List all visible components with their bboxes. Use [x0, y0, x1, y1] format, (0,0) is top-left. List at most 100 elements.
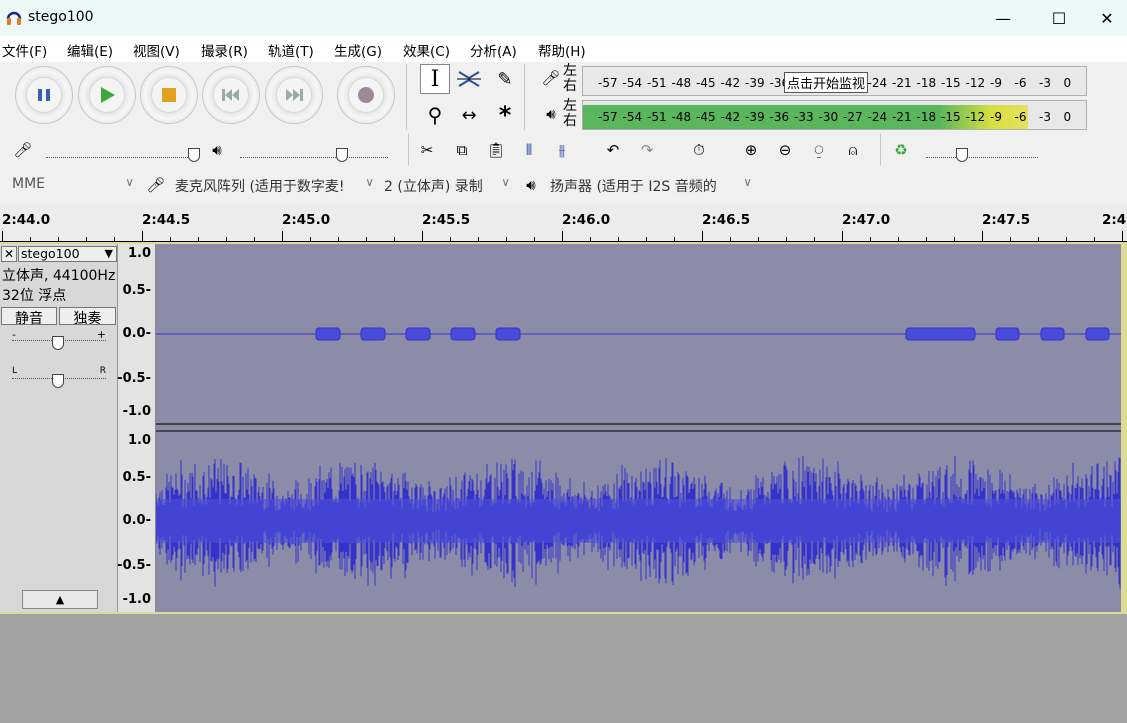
microphone-icon: 🎤︎: [541, 69, 561, 87]
clipboard-icon: 📋︎: [486, 141, 506, 159]
play-meter[interactable]: -57 -54 -51 -48 -45 -42 -39 -36 -33 -30 -27 -24 -21-…: [582, 100, 1087, 130]
maximize-button[interactable]: ☐: [1031, 0, 1087, 36]
solo-button[interactable]: 独奏: [59, 307, 116, 327]
meter-tick-label: -24: [867, 76, 888, 90]
ruler-tick: [674, 237, 675, 241]
skip-start-button[interactable]: [202, 66, 260, 124]
play-lr-label: 左右: [563, 98, 577, 129]
input-device-select[interactable]: 麦克风阵列 (适用于数字麦! ∨: [171, 172, 378, 198]
redo-button[interactable]: ↷: [634, 136, 660, 164]
envelope-tool[interactable]: [454, 64, 484, 94]
vruler-label: 1.0: [127, 246, 151, 261]
input-device-icon: 🎤︎: [143, 171, 169, 199]
undo-button[interactable]: ↶: [600, 136, 626, 164]
zoom-out-button[interactable]: ⊖: [772, 136, 798, 164]
meter-tick-label: -57: [598, 110, 618, 124]
track-name: stego100: [21, 246, 80, 261]
vruler-label: -0.5-: [117, 371, 151, 386]
menu-record[interactable]: 撮录(R): [201, 40, 248, 60]
sync-lock-button[interactable]: ⏱: [686, 136, 712, 164]
playback-volume-slider[interactable]: [240, 144, 388, 162]
stopwatch-icon: ⏱: [693, 141, 705, 159]
refresh-icon: ♻: [894, 141, 908, 159]
mute-button[interactable]: 静音: [1, 307, 57, 327]
zoom-in-button[interactable]: ⊕: [738, 136, 764, 164]
record-lr-label: 左右: [563, 63, 577, 94]
fit-project-button[interactable]: ⍝: [840, 136, 866, 164]
ruler-tick: [114, 237, 115, 241]
silence-button[interactable]: ⫵: [549, 136, 575, 164]
stop-button[interactable]: [140, 66, 198, 124]
ruler-tick: [1094, 237, 1095, 241]
ruler-tick: [142, 231, 143, 241]
meter-tick-label: -30: [818, 110, 839, 124]
timeshift-tool[interactable]: ↔: [454, 100, 484, 130]
trim-icon: ⫴: [525, 141, 533, 159]
meter-tick-label: -9: [990, 76, 1002, 90]
vertical-ruler[interactable]: 1.0 0.5- 0.0- -0.5- -1.0 1.0 0.5- 0.0- -…: [117, 244, 156, 612]
pan-knob[interactable]: [52, 374, 64, 388]
track-name-menu[interactable]: stego100 ▼: [18, 246, 117, 262]
upper-channel-block: [450, 327, 476, 341]
pan-slider[interactable]: L R: [12, 366, 106, 388]
trim-button[interactable]: ✂: [414, 136, 440, 164]
copy-button[interactable]: ⧉: [449, 136, 475, 164]
record-volume-slider[interactable]: [46, 144, 200, 162]
meter-tick-label: -12: [965, 76, 986, 90]
paste-button[interactable]: 📋︎: [483, 136, 509, 164]
zoom-tool[interactable]: ⚲: [420, 100, 450, 130]
ruler-tick: [478, 237, 479, 241]
menu-effect[interactable]: 效果(C): [403, 40, 450, 60]
track-control-panel[interactable]: ✕ stego100 ▼ 立体声, 44100Hz 32位 浮点 静音 独奏 - …: [0, 244, 118, 612]
menu-tracks[interactable]: 轨道(T): [268, 40, 314, 60]
timeline-ruler[interactable]: 2:44.0 2:44.5 2:45.0 2:45.5 2:46.0 2:46.…: [0, 204, 1127, 242]
multi-tool[interactable]: *: [490, 100, 520, 130]
stop-icon: [162, 88, 176, 102]
ruler-label: 2:45.0: [282, 212, 331, 228]
menu-view[interactable]: 视图(V): [133, 40, 180, 60]
fit-selection-button[interactable]: ⍜: [806, 136, 832, 164]
upper-channel-block: [360, 327, 386, 341]
meter-tick-label: -21: [892, 76, 912, 90]
collapse-track-button[interactable]: ▲: [22, 590, 98, 609]
monitor-tooltip[interactable]: 点击开始监视: [784, 72, 869, 93]
input-channels-select[interactable]: 2 (立体声) 录制 ∨: [380, 172, 514, 198]
menu-edit[interactable]: 编辑(E): [67, 40, 113, 60]
pause-button[interactable]: [15, 66, 73, 124]
record-button[interactable]: [337, 66, 395, 124]
play-button[interactable]: [78, 66, 136, 124]
ruler-label: 2:47.5: [982, 212, 1031, 228]
redo-icon: ↷: [640, 141, 654, 159]
play-at-speed-button[interactable]: ♻: [888, 136, 914, 164]
menu-generate[interactable]: 生成(G): [334, 40, 382, 60]
title-bar: stego100 — ☐ ✕: [0, 0, 1127, 36]
ruler-tick: [394, 237, 395, 241]
close-icon: ✕: [3, 247, 15, 261]
output-device-icon: 🔊︎: [518, 171, 544, 199]
ruler-tick: [646, 237, 647, 241]
empty-track-area[interactable]: [0, 614, 1127, 723]
output-device-select[interactable]: 扬声器 (适用于 I2S 音频的 ∨: [546, 172, 756, 198]
gain-slider[interactable]: - +: [12, 328, 106, 350]
menu-help[interactable]: 帮助(H): [538, 40, 586, 60]
gain-knob[interactable]: [52, 336, 64, 350]
selection-tool[interactable]: I: [420, 64, 450, 94]
menu-file[interactable]: 文件(F): [2, 40, 47, 60]
record-meter[interactable]: -57-54-51-48-45-42-39-36-33-30-27-24-21-…: [582, 66, 1087, 96]
chevron-down-icon: ∨: [365, 175, 374, 189]
play-meter-button[interactable]: 🔊︎: [538, 100, 564, 128]
menu-analyze[interactable]: 分析(A): [470, 40, 517, 60]
minimize-button[interactable]: —: [975, 0, 1031, 36]
track-close-button[interactable]: ✕: [1, 246, 17, 262]
audio-host-select[interactable]: MME ∨: [8, 172, 138, 198]
meter-tick-label: -3: [1039, 110, 1051, 124]
record-meter-button[interactable]: 🎤︎: [538, 64, 564, 92]
close-button[interactable]: ✕: [1087, 0, 1127, 36]
waveform-area[interactable]: [155, 244, 1121, 612]
ruler-tick: [282, 231, 283, 241]
draw-tool[interactable]: ✎: [490, 64, 520, 94]
trim-audio-button[interactable]: ⫴: [516, 136, 542, 164]
play-speed-slider[interactable]: [926, 144, 1038, 162]
skip-end-button[interactable]: [265, 66, 323, 124]
ruler-tick: [254, 237, 255, 241]
